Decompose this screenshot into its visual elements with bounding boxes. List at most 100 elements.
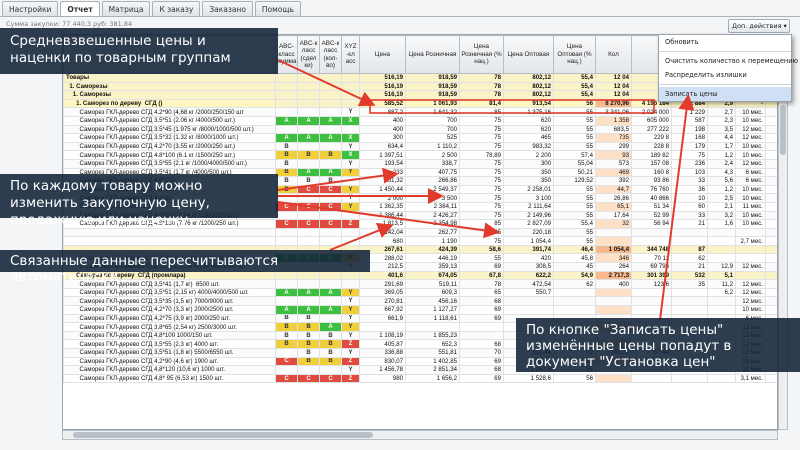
column-header[interactable]: Цена Розничная bbox=[405, 35, 460, 74]
editable-price-cell[interactable]: 142,04 bbox=[359, 227, 406, 238]
editable-price-cell[interactable]: 516,19 bbox=[359, 81, 406, 92]
editable-price-cell[interactable]: 1 386,44 bbox=[359, 210, 406, 221]
editable-price-cell[interactable]: 70 bbox=[459, 348, 504, 358]
editable-price-cell[interactable]: 525 bbox=[405, 133, 460, 143]
editable-price-cell[interactable]: 266,86 bbox=[405, 176, 460, 186]
editable-price-cell[interactable]: 55 bbox=[553, 141, 596, 152]
editable-price-cell[interactable]: 75 bbox=[459, 236, 504, 246]
editable-price-cell[interactable]: 68 bbox=[459, 296, 504, 307]
editable-price-cell[interactable]: 75 bbox=[459, 210, 504, 221]
editable-price-cell[interactable]: 270,81 bbox=[359, 296, 406, 307]
editable-price-cell[interactable]: 472,54 bbox=[503, 279, 554, 289]
editable-price-cell[interactable]: 46,4 bbox=[553, 244, 596, 255]
editable-price-cell[interactable]: 983,32 bbox=[503, 141, 554, 152]
editable-price-cell[interactable]: 667,92 bbox=[359, 305, 406, 315]
editable-price-cell[interactable]: 75 bbox=[459, 184, 504, 195]
editable-price-cell[interactable]: 401,6 bbox=[359, 270, 406, 281]
editable-price-cell[interactable]: 75 bbox=[459, 141, 504, 152]
editable-price-cell[interactable]: 75 bbox=[459, 193, 504, 203]
editable-price-cell[interactable]: 75 bbox=[459, 124, 504, 135]
editable-price-cell[interactable]: 78 bbox=[459, 73, 504, 83]
editable-price-cell[interactable]: 1 456,78 bbox=[359, 365, 406, 375]
editable-price-cell[interactable]: 551,81 bbox=[405, 348, 460, 358]
editable-price-cell[interactable]: 54,9 bbox=[553, 270, 596, 281]
editable-price-cell[interactable]: 75 bbox=[459, 176, 504, 186]
editable-price-cell[interactable]: 661,9 bbox=[359, 313, 406, 324]
editable-price-cell[interactable]: 391,74 bbox=[503, 244, 554, 255]
editable-price-cell[interactable]: 446,19 bbox=[405, 253, 460, 264]
editable-price-cell[interactable]: 65 bbox=[459, 287, 504, 298]
editable-price-cell[interactable]: 262,77 bbox=[405, 227, 460, 238]
editable-price-cell[interactable]: 918,59 bbox=[405, 81, 460, 92]
editable-price-cell[interactable]: 336,88 bbox=[359, 348, 406, 358]
editable-price-cell[interactable]: 55,4 bbox=[553, 90, 596, 100]
editable-price-cell[interactable]: 1 108,19 bbox=[359, 330, 406, 341]
editable-price-cell[interactable]: 400 bbox=[359, 115, 406, 126]
editable-price-cell[interactable]: 56 bbox=[553, 373, 596, 384]
editable-price-cell[interactable]: 69 bbox=[459, 313, 504, 324]
editable-price-cell[interactable]: 78 bbox=[459, 279, 504, 289]
table-row[interactable]: 142,04 262,77 85 220,18 55 bbox=[63, 227, 777, 238]
editable-price-cell[interactable]: 1 656,2 bbox=[405, 373, 460, 384]
horizontal-scroll-thumb[interactable] bbox=[73, 432, 373, 438]
editable-price-cell[interactable]: 2 500 bbox=[405, 150, 460, 160]
editable-price-cell[interactable]: 1 110,2 bbox=[405, 141, 460, 152]
table-row[interactable]: Саморез ГКЛ-дерево СГД 3.5*55 (2.1 кг /1… bbox=[63, 158, 777, 169]
table-row[interactable]: 680 1 190 75 1 054,4 55 2,7 мес. bbox=[63, 236, 777, 246]
editable-price-cell[interactable]: 1 362,35 bbox=[359, 201, 406, 212]
editable-price-cell[interactable]: 75 bbox=[459, 133, 504, 143]
editable-price-cell[interactable]: 151,32 bbox=[359, 176, 406, 186]
column-header[interactable]: ABC-класс (сумма) bbox=[275, 35, 298, 74]
editable-price-cell[interactable]: 359,13 bbox=[405, 262, 460, 272]
editable-price-cell[interactable]: 2 111,64 bbox=[503, 201, 554, 212]
editable-price-cell[interactable]: 55 bbox=[553, 201, 596, 212]
table-row[interactable]: Саморез ГКЛ-дерево СГД 4.8*100 (6.1 кг /… bbox=[63, 150, 777, 160]
tab-settings[interactable]: Настройки bbox=[2, 1, 59, 16]
editable-price-cell[interactable]: 68 bbox=[459, 365, 504, 375]
editable-price-cell[interactable] bbox=[503, 305, 554, 315]
column-header[interactable]: XYZ -кл асс bbox=[341, 35, 360, 74]
editable-price-cell[interactable]: 1 397,51 bbox=[359, 150, 406, 160]
vertical-scroll-thumb[interactable] bbox=[780, 105, 786, 155]
editable-price-cell[interactable]: 300 bbox=[359, 133, 406, 143]
editable-price-cell[interactable]: 233 bbox=[359, 167, 406, 178]
editable-price-cell[interactable] bbox=[553, 287, 596, 298]
editable-price-cell[interactable]: 1 641,32 bbox=[405, 107, 460, 117]
table-row[interactable]: Саморез ГКЛ-дерево СГД 3,5*41 (1,7 кг) 6… bbox=[63, 279, 777, 289]
editable-price-cell[interactable]: 55 bbox=[459, 253, 504, 264]
editable-price-cell[interactable]: 75 bbox=[459, 158, 504, 169]
editable-price-cell[interactable]: 400 bbox=[359, 124, 406, 135]
editable-price-cell[interactable]: 550,7 bbox=[503, 287, 554, 298]
editable-price-cell[interactable]: 424,39 bbox=[405, 244, 460, 255]
table-row[interactable]: Саморез ГКЛ-дерево СГД 4,2*70 (3,3 кг) 2… bbox=[63, 305, 777, 315]
editable-price-cell[interactable]: 45,8 bbox=[553, 253, 596, 264]
editable-price-cell[interactable]: 291,69 bbox=[359, 279, 406, 289]
editable-price-cell[interactable]: 700 bbox=[405, 115, 460, 126]
group-row[interactable]: Саморез по дереву СГД (промлара) 401,6 674… bbox=[63, 270, 777, 281]
editable-price-cell[interactable]: 55 bbox=[553, 236, 596, 246]
editable-price-cell[interactable]: 2 149,96 bbox=[503, 210, 554, 221]
editable-price-cell[interactable]: 350 bbox=[503, 167, 554, 178]
tab-ordered[interactable]: Заказано bbox=[202, 1, 253, 16]
column-header[interactable]: ABC-к ласс (сдел ки) bbox=[297, 35, 320, 74]
table-row[interactable]: Саморез ГКЛ-дерево СГД 3,5*35 (1,5 кг) 7… bbox=[63, 296, 777, 307]
tab-help[interactable]: Помощь bbox=[254, 1, 301, 16]
editable-price-cell[interactable]: 85 bbox=[459, 107, 504, 117]
editable-price-cell[interactable]: 620 bbox=[503, 124, 554, 135]
editable-price-cell[interactable]: 62 bbox=[553, 279, 596, 289]
editable-price-cell[interactable]: 55 bbox=[553, 193, 596, 203]
editable-price-cell[interactable]: 55,4 bbox=[553, 81, 596, 92]
table-row[interactable]: Саморез ГКЛ-дерево СГД 4,8* 95 (6,53 кг)… bbox=[63, 373, 777, 384]
editable-price-cell[interactable]: 516,19 bbox=[359, 73, 406, 83]
table-row[interactable]: Саморез ГКЛ-дерево СГД 3.5*32 (1.32 кг /… bbox=[63, 133, 777, 143]
editable-price-cell[interactable]: 700 bbox=[405, 124, 460, 135]
editable-price-cell[interactable]: 609,3 bbox=[405, 287, 460, 298]
editable-price-cell[interactable]: 56 bbox=[553, 98, 596, 109]
editable-price-cell[interactable]: 407,75 bbox=[405, 167, 460, 178]
editable-price-cell[interactable]: 913,54 bbox=[503, 98, 554, 109]
more-actions-button[interactable]: Доп. действия ▾ bbox=[728, 19, 790, 33]
editable-price-cell[interactable]: 369,05 bbox=[359, 287, 406, 298]
editable-price-cell[interactable]: 420 bbox=[503, 253, 554, 264]
tab-matrix[interactable]: Матрица bbox=[101, 1, 151, 16]
editable-price-cell[interactable]: 980 bbox=[359, 373, 406, 384]
